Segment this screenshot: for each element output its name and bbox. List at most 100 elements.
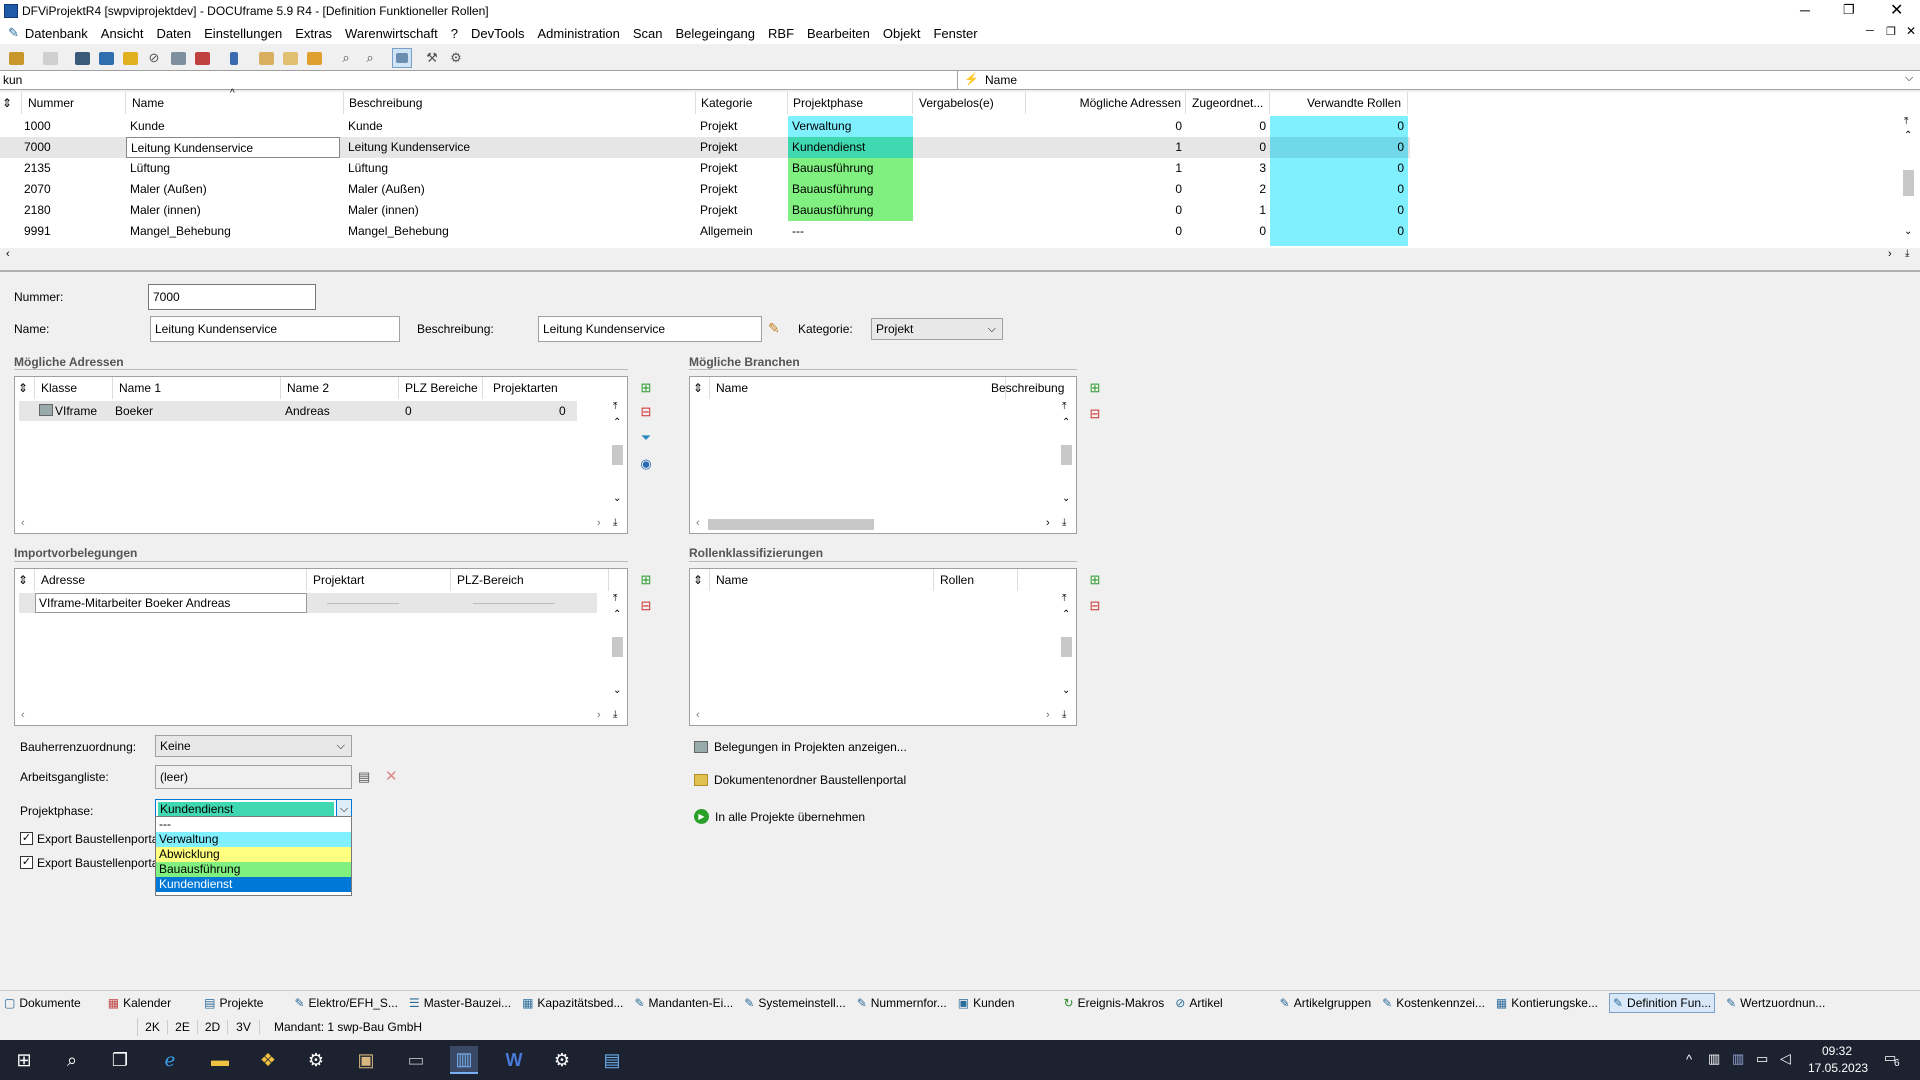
tab-kontierungskennzeichen[interactable]: ▦ Kontierungske... [1496, 993, 1598, 1013]
list-picker-icon[interactable]: ▤ [358, 769, 370, 785]
grid-sort-toggle[interactable]: ⇕ [0, 92, 22, 114]
dropdown-option-kundendienst[interactable]: Kundendienst [156, 877, 351, 892]
maximize-icon[interactable]: ❐ [1843, 2, 1855, 18]
table-row[interactable]: VIframe-Mitarbeiter Boeker Andreas [19, 593, 597, 613]
folder-icon[interactable] [280, 48, 300, 68]
scroll-up-icon[interactable]: ⌃ [1062, 609, 1070, 620]
menu-belegeingang[interactable]: Belegeingang [675, 26, 755, 41]
scroll-up-icon[interactable]: ⌃ [613, 417, 621, 428]
grid-vscroll[interactable]: ⤒ ⌃ ⌄ [1900, 116, 1918, 242]
phone-icon[interactable] [224, 48, 244, 68]
remove-address-icon[interactable]: ⊟ [638, 404, 654, 420]
scroll-right-icon[interactable]: › [1888, 248, 1892, 260]
scroll-bottom-icon[interactable]: ⤓ [1062, 709, 1066, 720]
clear-x-icon[interactable]: ✕ [385, 767, 398, 785]
arbeit-field[interactable]: (leer) [155, 765, 352, 789]
explorer-icon[interactable]: ▬ [206, 1046, 234, 1074]
tab-artikelgruppen[interactable]: ✎ Artikelgruppen [1280, 993, 1371, 1013]
scroll-thumb[interactable] [612, 445, 623, 465]
scroll-top-icon[interactable]: ⤒ [613, 401, 617, 412]
remove-klass-icon[interactable]: ⊟ [1087, 598, 1103, 614]
tab-wertzuordnungen[interactable]: ✎ Wertzuordnun... [1726, 993, 1825, 1013]
edit-pencil-icon[interactable]: ✎ [768, 320, 780, 337]
scroll-right-icon[interactable]: › [1046, 517, 1050, 529]
export-icon[interactable] [304, 48, 324, 68]
copy-icon[interactable] [256, 48, 276, 68]
name-field[interactable]: Leitung Kundenservice [150, 316, 400, 342]
add-address-icon[interactable]: ⊞ [638, 380, 654, 396]
col-klass-name[interactable]: Name [710, 569, 934, 591]
search-icon[interactable]: ⌕ [58, 1046, 86, 1074]
view-icon[interactable] [392, 48, 412, 68]
tab-kostenkennzeichen[interactable]: ✎ Kostenkennzei... [1382, 993, 1485, 1013]
branchen-vscroll[interactable]: ⤒ ⌃ ⌄ [1060, 401, 1074, 509]
table-row[interactable]: 2135 Lüftung Lüftung Projekt Bauausführu… [0, 158, 1410, 179]
task-view-icon[interactable]: ❐ [106, 1046, 134, 1074]
tab-elektro[interactable]: ✎ Elektro/EFH_S... [294, 993, 397, 1013]
table-row[interactable]: VIframe-M Boeker Andreas 0 0 [19, 401, 577, 421]
col-adresse[interactable]: Adresse [35, 569, 307, 591]
dropdown-option-none[interactable]: --- [156, 817, 351, 832]
menu-objekt[interactable]: Objekt [883, 26, 921, 41]
mdi-restore-icon[interactable]: ❐ [1886, 25, 1896, 38]
settings-icon[interactable]: ⚙ [548, 1046, 576, 1074]
uebernehmen-action[interactable]: ▶ In alle Projekte übernehmen [694, 809, 865, 824]
settings-tools-icon[interactable]: ⚙ [446, 48, 466, 68]
scroll-bottom-icon[interactable]: ⤓ [613, 709, 617, 720]
col-name1[interactable]: Name 1 [113, 377, 281, 399]
col-beschreibung[interactable]: Beschreibung [344, 92, 696, 114]
kategorie-select[interactable]: Projekt ⌵ [871, 318, 1003, 340]
word-icon[interactable]: W [500, 1046, 528, 1074]
network-icon[interactable]: ▭ [1756, 1051, 1768, 1067]
scroll-down-icon[interactable]: ⌄ [613, 493, 621, 504]
scroll-bottom-icon[interactable]: ⤓ [613, 517, 617, 528]
col-branche-beschreibung[interactable]: Beschreibung [985, 377, 1064, 399]
dropdown-option-bauausfuehrung[interactable]: Bauausführung [156, 862, 351, 877]
menu-fenster[interactable]: Fenster [933, 26, 977, 41]
col-klass-rollen[interactable]: Rollen [934, 569, 1018, 591]
menu-logo-icon[interactable]: ✎ [8, 25, 19, 41]
tab-dokumente[interactable]: ▢ Dokumente [4, 993, 81, 1013]
menu-ansicht[interactable]: Ansicht [101, 26, 144, 41]
scroll-top-icon[interactable]: ⤒ [613, 593, 617, 604]
filter-edit-icon[interactable]: ◉ [638, 456, 654, 472]
col-branche-name[interactable]: Name [710, 377, 1006, 399]
scroll-left-icon[interactable]: ‹ [21, 517, 25, 529]
clock-time[interactable]: 09:32 [1822, 1044, 1852, 1058]
calc-icon[interactable] [168, 48, 188, 68]
tab-kunden[interactable]: ▣ Kunden [958, 993, 1015, 1013]
menu-einstellungen[interactable]: Einstellungen [204, 26, 282, 41]
export-checkbox-2[interactable]: ✓ [20, 856, 33, 869]
mdi-close-icon[interactable]: ✕ [1906, 24, 1916, 38]
beschreibung-field[interactable]: Leitung Kundenservice [538, 316, 762, 342]
tab-kalender[interactable]: ▦ Kalender [108, 993, 171, 1013]
scroll-down-icon[interactable]: ⌄ [1904, 226, 1912, 237]
bauherr-select[interactable]: Keine ⌵ [155, 735, 352, 757]
col-projektphase[interactable]: Projektphase [788, 92, 913, 114]
col-name[interactable]: Name [126, 92, 344, 114]
search-next-icon[interactable]: ⌕ [360, 48, 380, 68]
search-input[interactable] [0, 71, 958, 89]
scroll-down-icon[interactable]: ⌄ [1062, 685, 1070, 696]
col-projektarten[interactable]: Projektarten [483, 377, 579, 399]
add-import-icon[interactable]: ⊞ [638, 572, 654, 588]
scroll-bottom-icon[interactable]: ⤓ [1062, 517, 1066, 528]
import-vscroll[interactable]: ⤒ ⌃ ⌄ [611, 593, 625, 701]
col-name2[interactable]: Name 2 [281, 377, 399, 399]
scroll-thumb[interactable] [612, 637, 623, 657]
calendar-icon[interactable] [192, 48, 212, 68]
menu-help[interactable]: ? [451, 26, 458, 41]
table-row[interactable]: 1000 Kunde Kunde Projekt Verwaltung 0 0 … [0, 116, 1410, 137]
col-verwandte[interactable]: Verwandte Rollen [1270, 92, 1408, 114]
tray-chevron-icon[interactable]: ^ [1686, 1052, 1692, 1067]
tray-icon-1[interactable]: ▥ [1708, 1051, 1720, 1067]
klass-vscroll[interactable]: ⤒ ⌃ ⌄ [1060, 593, 1074, 701]
table-row[interactable]: 2180 Maler (innen) Maler (innen) Projekt… [0, 200, 1410, 221]
scroll-left-icon[interactable]: ‹ [696, 709, 700, 721]
export-checkbox-1[interactable]: ✓ [20, 832, 33, 845]
scroll-right-icon[interactable]: › [597, 517, 601, 529]
table-row[interactable]: 9991 Mangel_Behebung Mangel_Behebung All… [0, 221, 1410, 242]
search-icon[interactable]: ⌕ [336, 48, 356, 68]
grid-vscroll-thumb[interactable] [1903, 170, 1914, 196]
splitter[interactable] [0, 270, 1920, 272]
